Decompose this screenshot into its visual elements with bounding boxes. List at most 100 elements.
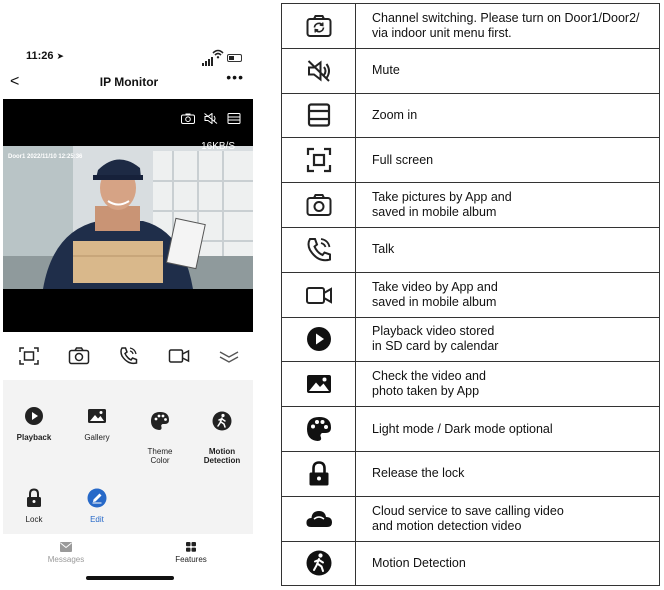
legend-description: Playback video stored in SD card by cale… bbox=[372, 324, 499, 354]
legend-icon-cell bbox=[281, 3, 356, 49]
legend-text-cell: Check the video and photo taken by App bbox=[355, 361, 660, 408]
screenshot: 11:26 ➤ < IP Monitor ••• 16KB/S Door1 20… bbox=[0, 0, 664, 590]
gallery-icon bbox=[88, 409, 106, 423]
tab-messages[interactable]: Messages bbox=[31, 542, 101, 564]
legend-row: Talk bbox=[281, 226, 660, 273]
phone-screen: 11:26 ➤ < IP Monitor ••• 16KB/S Door1 20… bbox=[0, 0, 258, 590]
legend-row: Playback video stored in SD card by cale… bbox=[281, 316, 660, 363]
legend-icon-cell bbox=[281, 316, 356, 363]
nav-bar: < IP Monitor ••• bbox=[0, 69, 258, 94]
status-bar: 11:26 ➤ bbox=[0, 46, 258, 66]
cloud-icon bbox=[305, 510, 332, 527]
legend-description: Cloud service to save calling video and … bbox=[372, 503, 564, 533]
legend-text-cell: Channel switching. Please turn on Door1/… bbox=[355, 3, 660, 49]
camera-icon[interactable] bbox=[68, 346, 90, 366]
legend-icon-cell bbox=[281, 495, 356, 542]
talk-icon bbox=[307, 237, 331, 262]
full-screen-icon[interactable] bbox=[18, 346, 40, 366]
page-title: IP Monitor bbox=[99, 75, 159, 89]
status-time-text: 11:26 bbox=[26, 50, 54, 62]
features-panel: Playback Gallery Theme Color Motion Dete… bbox=[3, 380, 253, 534]
legend-row: Zoom in bbox=[281, 92, 660, 139]
legend-row: Release the lock bbox=[281, 450, 660, 497]
playback-button[interactable]: Playback bbox=[4, 406, 64, 442]
legend-description: Full screen bbox=[372, 152, 434, 167]
legend-description: Take video by App and saved in mobile al… bbox=[372, 279, 498, 309]
legend-description: Motion Detection bbox=[372, 555, 466, 570]
legend-row: Take pictures by App and saved in mobile… bbox=[281, 182, 660, 228]
camera-switch-icon bbox=[306, 14, 331, 37]
video-camera-icon bbox=[305, 286, 332, 304]
video-frame bbox=[3, 146, 253, 289]
legend-icon-cell bbox=[281, 406, 356, 452]
mute-icon[interactable] bbox=[204, 113, 218, 124]
legend-icon-cell bbox=[281, 361, 356, 408]
legend-text-cell: Light mode / Dark mode optional bbox=[355, 406, 660, 452]
envelope-icon bbox=[60, 542, 72, 552]
video-camera-icon[interactable] bbox=[168, 346, 190, 366]
legend-description: Talk bbox=[372, 242, 395, 257]
location-arrow-icon: ➤ bbox=[56, 51, 65, 61]
video-controls bbox=[0, 340, 258, 372]
palette-icon bbox=[306, 417, 331, 442]
gallery-icon bbox=[306, 375, 331, 394]
legend-icon-cell bbox=[281, 450, 356, 497]
video-toolbar bbox=[3, 107, 253, 127]
lock-button[interactable]: Lock bbox=[4, 488, 64, 524]
legend-description: Zoom in bbox=[372, 107, 418, 122]
tab-messages-label: Messages bbox=[47, 555, 85, 564]
legend-icon-cell bbox=[281, 226, 356, 273]
battery-icon bbox=[227, 54, 242, 62]
talk-icon[interactable] bbox=[118, 346, 140, 366]
full-screen-icon bbox=[306, 148, 331, 173]
legend-icon-cell bbox=[281, 92, 356, 139]
legend-icon-cell bbox=[281, 137, 356, 184]
theme-color-label: Theme Color bbox=[147, 447, 173, 465]
play-icon bbox=[306, 327, 331, 352]
legend-description: Check the video and photo taken by App bbox=[372, 369, 486, 399]
mute-icon bbox=[307, 59, 330, 82]
camera-feed-image bbox=[3, 146, 253, 289]
legend-row: Take video by App and saved in mobile al… bbox=[281, 271, 660, 318]
edit-button[interactable]: Edit bbox=[67, 488, 127, 524]
more-button[interactable]: ••• bbox=[226, 69, 244, 85]
legend-description: Release the lock bbox=[372, 466, 465, 481]
edit-label: Edit bbox=[90, 515, 104, 524]
edit-icon bbox=[87, 488, 107, 508]
chevron-down-icon[interactable] bbox=[218, 346, 240, 366]
home-indicator bbox=[86, 576, 174, 580]
legend-text-cell: Take pictures by App and saved in mobile… bbox=[355, 182, 660, 228]
legend-text-cell: Motion Detection bbox=[355, 540, 660, 587]
legend-text-cell: Mute bbox=[355, 47, 660, 94]
lock-label: Lock bbox=[25, 515, 43, 524]
motion-icon bbox=[212, 411, 232, 431]
bitrate-label: 16KB/S bbox=[201, 141, 235, 152]
legend-description: Mute bbox=[372, 63, 400, 78]
legend-row: Full screen bbox=[281, 137, 660, 184]
motion-icon bbox=[306, 550, 331, 576]
video-player[interactable]: 16KB/S Door1 2022/11/10 12:25:36 bbox=[3, 99, 253, 332]
legend-icon-cell bbox=[281, 540, 356, 587]
zoom-in-icon[interactable] bbox=[227, 113, 241, 124]
play-icon bbox=[25, 407, 43, 425]
motion-detection-button[interactable]: Motion Detection bbox=[192, 402, 252, 465]
legend-text-cell: Release the lock bbox=[355, 450, 660, 497]
legend-text-cell: Cloud service to save calling video and … bbox=[355, 495, 660, 542]
palette-icon bbox=[151, 412, 169, 430]
grid-icon bbox=[186, 542, 196, 552]
legend-row: Light mode / Dark mode optional bbox=[281, 406, 660, 452]
status-time: 11:26 ➤ bbox=[26, 50, 64, 62]
theme-color-button[interactable]: Theme Color bbox=[130, 402, 190, 465]
legend-row: Cloud service to save calling video and … bbox=[281, 495, 660, 542]
legend-icon-cell bbox=[281, 271, 356, 318]
gallery-button[interactable]: Gallery bbox=[67, 406, 127, 442]
playback-label: Playback bbox=[16, 433, 52, 442]
camera-switch-icon[interactable] bbox=[181, 113, 195, 124]
tab-features-label: Features bbox=[175, 555, 207, 564]
tab-features[interactable]: Features bbox=[156, 542, 226, 564]
legend-text-cell: Talk bbox=[355, 226, 660, 273]
legend-description: Channel switching. Please turn on Door1/… bbox=[372, 10, 640, 40]
wifi-icon bbox=[212, 49, 224, 62]
icon-legend-table: Channel switching. Please turn on Door1/… bbox=[281, 3, 660, 587]
video-timestamp: Door1 2022/11/10 12:25:36 bbox=[8, 154, 83, 160]
